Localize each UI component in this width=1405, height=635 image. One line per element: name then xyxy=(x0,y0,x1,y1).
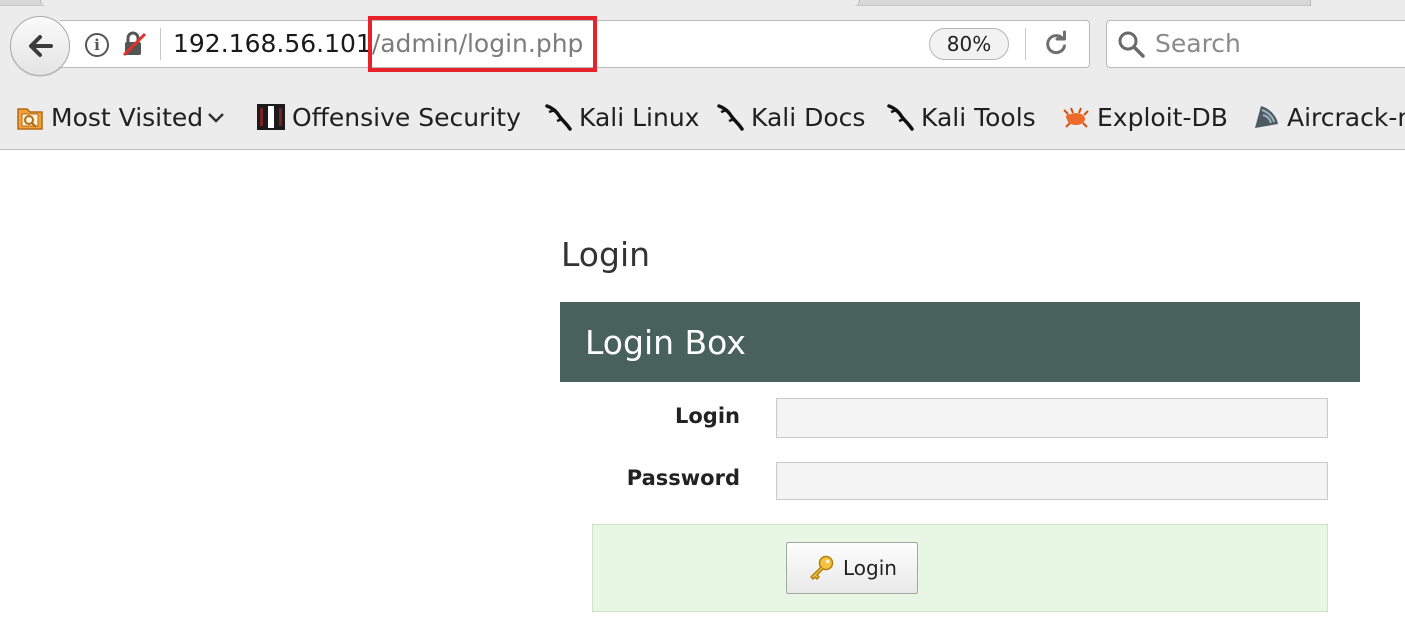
exploit-db-icon xyxy=(1063,107,1089,128)
bookmark-aircrack[interactable]: Aircrack-n xyxy=(1251,97,1405,137)
aircrack-icon xyxy=(1255,106,1278,128)
bookmark-label: Kali Tools xyxy=(921,102,1036,132)
offensive-security-icon xyxy=(257,104,285,130)
bookmark-label: Offensive Security xyxy=(292,102,521,132)
form-actions-panel xyxy=(592,524,1328,612)
active-tab-edge[interactable] xyxy=(40,0,860,6)
password-input[interactable] xyxy=(776,462,1328,500)
login-button-label: Login xyxy=(843,556,897,580)
search-icon xyxy=(1118,31,1145,58)
kali-dragon-icon xyxy=(545,104,572,131)
search-input[interactable] xyxy=(1106,20,1405,68)
login-field-label: Login xyxy=(675,404,740,428)
url-text[interactable]: 192.168.56.101/admin/login.php xyxy=(173,25,583,63)
bookmark-label: Most Visited xyxy=(51,102,204,132)
bookmark-kali-docs[interactable]: Kali Docs xyxy=(715,97,865,137)
new-tab-edge[interactable] xyxy=(1310,0,1405,6)
login-input[interactable] xyxy=(776,398,1328,438)
bookmark-kali-linux[interactable]: Kali Linux xyxy=(543,97,699,137)
bookmark-exploit-db[interactable]: Exploit-DB xyxy=(1061,97,1228,137)
bookmark-label: Kali Linux xyxy=(579,102,700,132)
url-host: 192.168.56.101 xyxy=(173,29,372,58)
key-icon xyxy=(810,555,834,580)
kali-dragon-icon xyxy=(717,104,744,131)
bookmark-label: Exploit-DB xyxy=(1097,102,1228,132)
bookmark-offensive-security[interactable]: Offensive Security xyxy=(256,97,521,137)
search-placeholder: Search xyxy=(1155,29,1241,58)
back-arrow-icon xyxy=(29,35,53,57)
chevron-down-icon xyxy=(208,113,225,123)
page-title: Login xyxy=(561,235,651,274)
password-field-label: Password xyxy=(626,466,740,490)
bookmark-kali-tools[interactable]: Kali Tools xyxy=(885,97,1036,137)
site-info-icon[interactable]: i xyxy=(85,33,109,57)
reload-icon[interactable] xyxy=(1042,30,1070,58)
bookmark-most-visited[interactable]: Most Visited xyxy=(15,97,227,137)
most-visited-icon xyxy=(17,108,43,130)
back-button[interactable] xyxy=(10,16,70,76)
login-submit-button[interactable]: Login xyxy=(786,542,918,594)
bookmark-label: Kali Docs xyxy=(751,102,866,132)
url-path: /admin/login.php xyxy=(371,29,584,58)
zoom-level-badge[interactable]: 80% xyxy=(929,28,1009,60)
insecure-connection-icon[interactable] xyxy=(120,30,148,58)
url-divider xyxy=(1025,28,1026,60)
kali-dragon-icon xyxy=(887,104,914,131)
login-box-title: Login Box xyxy=(585,323,746,362)
bookmark-label: Aircrack-n xyxy=(1287,102,1405,132)
url-divider xyxy=(160,28,161,60)
